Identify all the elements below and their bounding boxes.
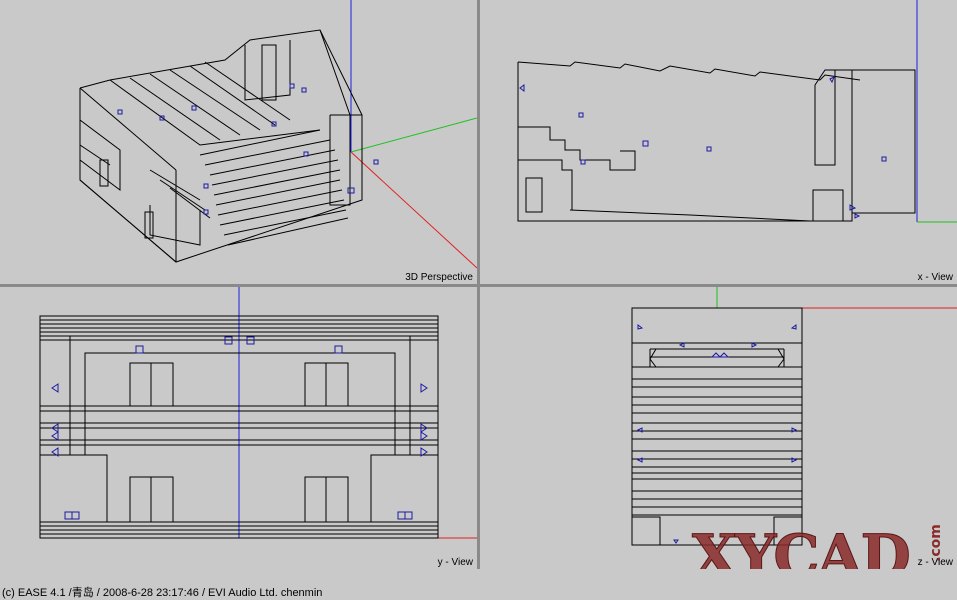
x-view-canvas: [517, 0, 957, 223]
perspective-canvas: [79, 0, 477, 269]
perspective-viewport[interactable]: 3D Perspective: [0, 0, 477, 284]
perspective-label: 3D Perspective: [405, 272, 473, 283]
axis-y-line: [350, 117, 477, 153]
plan-wireframe: [631, 307, 803, 546]
y-view-label: y - View: [437, 557, 473, 568]
speaker-markers: [636, 324, 798, 544]
axis-x-line: [350, 151, 477, 269]
status-text: (c) EASE 4.1 /青岛 / 2008-6-28 23:17:46 / …: [2, 587, 323, 599]
speaker-markers: [117, 83, 379, 215]
x-view-label: x - View: [917, 272, 953, 283]
hall-wireframe: [79, 29, 363, 263]
y-view-viewport[interactable]: y - View: [0, 287, 477, 569]
x-view-viewport[interactable]: x - View: [480, 0, 957, 284]
section-wireframe: [517, 61, 916, 222]
y-view-canvas: [39, 287, 477, 539]
status-bar: (c) EASE 4.1 /青岛 / 2008-6-28 23:17:46 / …: [0, 569, 957, 599]
viewport-splitter-horizontal[interactable]: [0, 284, 957, 287]
speaker-markers: [519, 75, 887, 219]
svg-text:.com: .com: [928, 524, 944, 562]
